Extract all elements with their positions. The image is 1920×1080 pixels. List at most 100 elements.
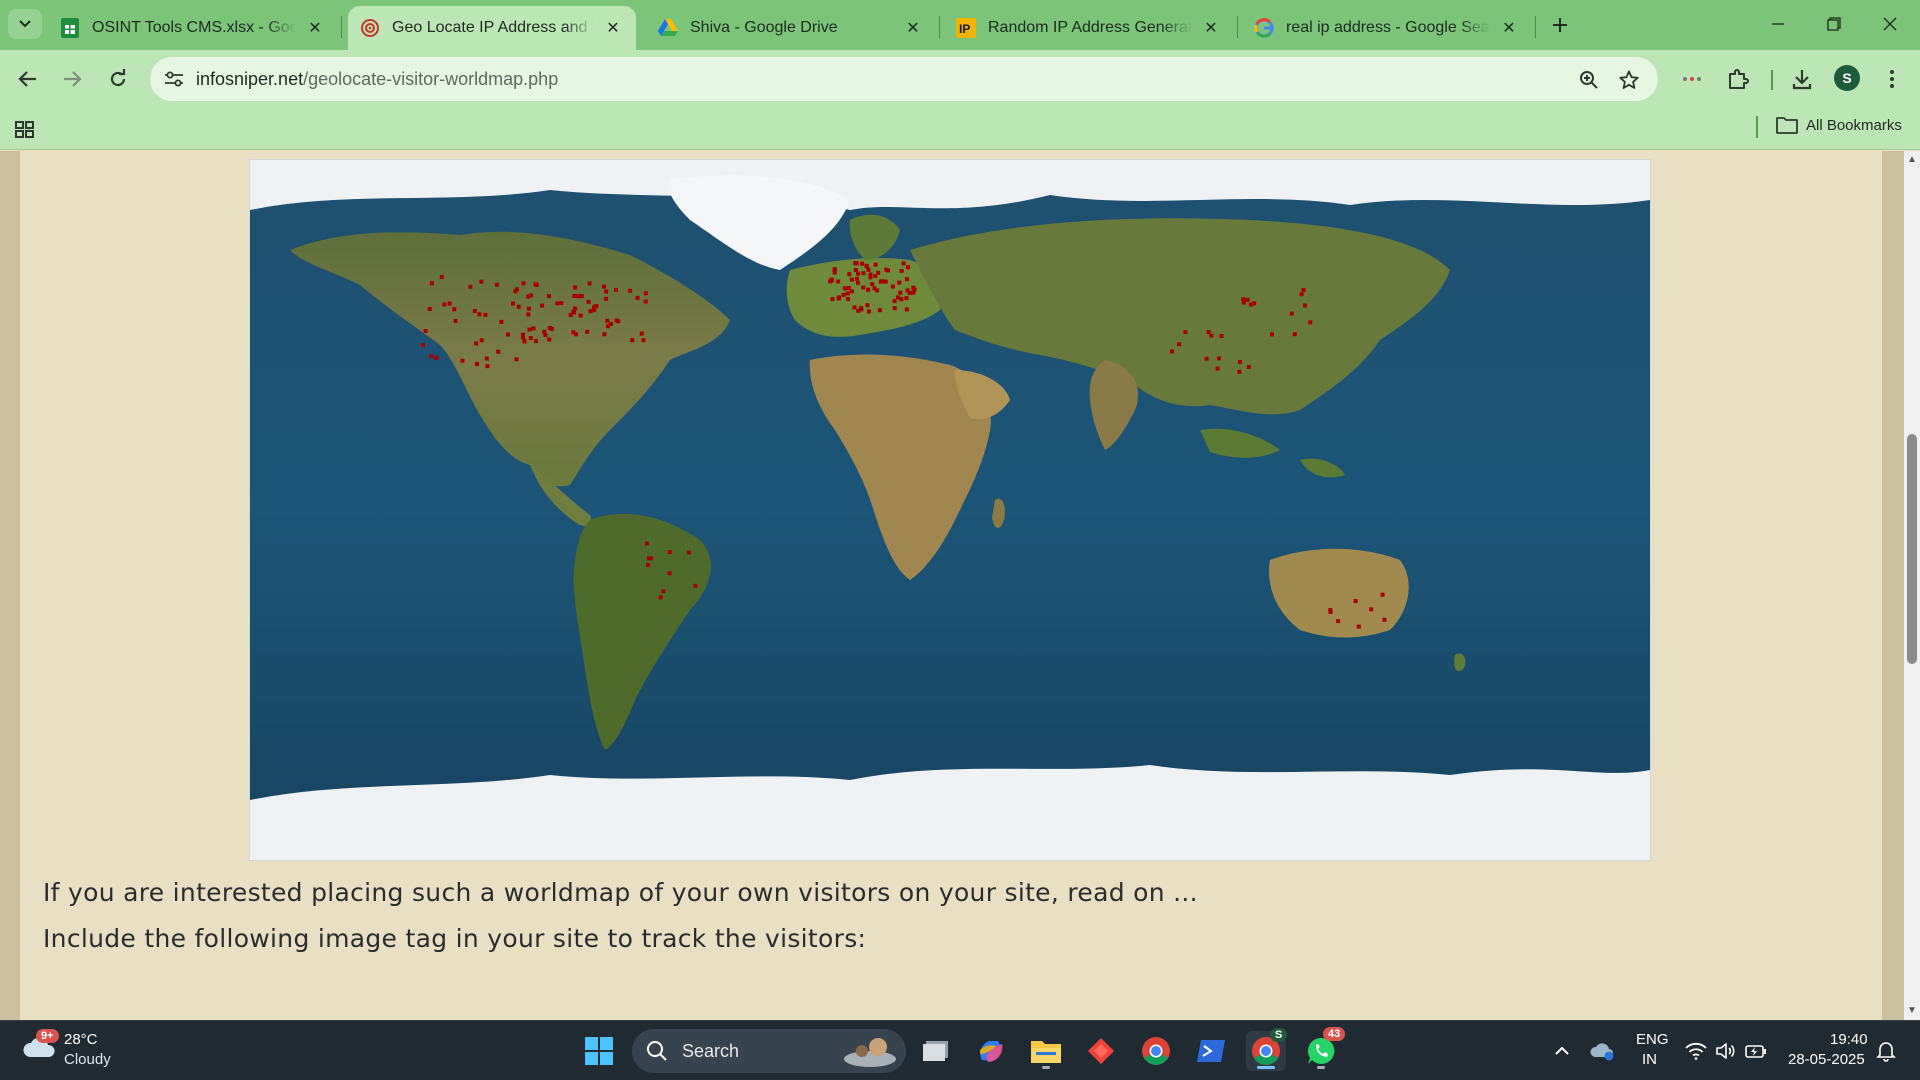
tab-search-button[interactable] [8,9,42,39]
tab-title: OSINT Tools CMS.xlsx - Google [92,19,296,36]
profile-avatar[interactable]: S [1834,65,1860,91]
reload-button[interactable] [100,61,136,97]
visitor-marker [514,357,519,362]
tab-random-ip[interactable]: IP Random IP Address Generator, ✕ [944,6,1234,50]
copilot-app[interactable] [971,1031,1011,1071]
visitor-marker [592,308,597,313]
menu-button[interactable] [1876,63,1908,95]
bookmark-star-button[interactable] [1616,67,1642,93]
visitor-marker [856,280,860,285]
scroll-down-arrow-icon[interactable]: ▼ [1907,1006,1917,1016]
powershell-app[interactable] [1191,1031,1231,1071]
task-view-button[interactable] [916,1031,956,1071]
visitor-marker [630,338,635,343]
visitor-marker [853,268,858,272]
folder-icon [1776,117,1798,134]
minimize-button[interactable] [1750,0,1806,48]
visitor-marker [1209,333,1214,338]
visitor-marker [559,301,564,305]
windows-logo-icon [585,1037,613,1065]
page-content: If you are interested placing such a wor… [20,151,1882,1020]
show-hidden-icons-button[interactable] [1542,1031,1582,1071]
close-icon [1883,17,1897,31]
clock-time[interactable]: 19:40 [1830,1031,1868,1048]
minimize-icon [1772,23,1784,25]
visitor-marker [578,313,583,318]
visitor-marker [829,277,834,282]
page-scrollbar[interactable]: ▲ ▼ [1904,151,1920,1020]
chrome-profile-badge: S [1270,1028,1288,1042]
image-tag-paragraph: Include the following image tag in your … [43,924,867,953]
apps-grid-icon[interactable] [14,118,36,140]
address-bar[interactable]: infosniper.net/geolocate-visitor-worldma… [150,57,1658,101]
visitor-marker [479,338,484,343]
chevron-down-icon [19,20,31,28]
language-code[interactable]: ENG [1636,1031,1669,1048]
visitor-marker [1303,303,1307,308]
tab-osint-tools-sheet[interactable]: OSINT Tools CMS.xlsx - Google ✕ [48,6,338,50]
visitor-marker [511,301,515,306]
tab-google-drive[interactable]: Shiva - Google Drive ✕ [646,6,936,50]
visitor-marker [533,339,538,344]
running-indicator [1042,1066,1050,1069]
scrollbar-thumb[interactable] [1907,434,1917,664]
visitor-marker [602,284,606,289]
whatsapp-app[interactable]: 43 [1301,1027,1346,1071]
extensions-button[interactable] [1722,63,1754,95]
close-icon[interactable]: ✕ [902,17,924,39]
weather-widget[interactable]: 9+ [22,1029,59,1065]
tab-title: Geo Locate IP Address and Wor [392,19,594,36]
back-button[interactable] [10,61,46,97]
tab-google-search[interactable]: real ip address - Google Search ✕ [1242,6,1532,50]
tab-geo-locate[interactable]: Geo Locate IP Address and Wor ✕ [348,6,636,50]
chrome-app[interactable] [1136,1031,1176,1071]
new-tab-button[interactable] [1544,10,1576,40]
visitor-marker [847,272,852,277]
all-bookmarks-button[interactable]: All Bookmarks [1776,116,1902,134]
visitor-marker [883,279,888,284]
anydesk-app[interactable] [1081,1031,1121,1071]
restore-button[interactable] [1806,0,1862,48]
extension-button[interactable] [1676,63,1708,95]
start-button[interactable] [579,1031,619,1071]
tune-icon [165,71,183,87]
url-text[interactable]: infosniper.net/geolocate-visitor-worldma… [196,69,558,90]
zoom-button[interactable] [1576,67,1602,93]
file-explorer-app[interactable] [1026,1031,1066,1071]
close-icon[interactable]: ✕ [304,17,326,39]
forward-button[interactable] [54,61,90,97]
ip-icon: IP [956,18,976,38]
close-icon[interactable]: ✕ [602,17,624,39]
visitor-marker [460,358,465,363]
weather-badge: 9+ [36,1029,59,1043]
visitor-marker [856,308,861,313]
visitor-marker [832,270,837,275]
visitor-marker [911,285,916,290]
onedrive-tray-icon[interactable] [1582,1031,1622,1071]
tab-strip: OSINT Tools CMS.xlsx - Google ✕ Geo Loca… [0,0,1920,50]
tab-title: Random IP Address Generator, [988,19,1192,36]
notifications-button[interactable] [1866,1031,1906,1071]
close-icon[interactable]: ✕ [1200,17,1222,39]
language-region[interactable]: IN [1642,1051,1657,1068]
visitor-marker [646,563,651,567]
taskbar-search[interactable]: Search [632,1029,906,1073]
clock-date[interactable]: 28-05-2025 [1788,1051,1865,1068]
close-window-button[interactable] [1862,0,1918,48]
visitor-marker [1204,356,1209,361]
search-label: Search [682,1040,740,1061]
visitor-marker [479,279,484,284]
visitor-marker [635,295,640,300]
downloads-button[interactable] [1786,63,1818,95]
battery-tray-icon[interactable] [1736,1031,1776,1071]
visitor-marker [485,364,490,369]
visitor-marker [494,282,499,287]
visitor-marker [693,583,698,588]
site-info-button[interactable] [158,63,190,95]
chrome-profile-app[interactable]: S [1246,1028,1288,1071]
windows-taskbar: 9+ 28°C Cloudy Search S 43 ENG IN 19:40 … [0,1020,1920,1080]
svg-text:IP: IP [959,22,970,36]
close-icon[interactable]: ✕ [1498,17,1520,39]
visitor-marker [849,277,854,282]
scroll-up-arrow-icon[interactable]: ▲ [1907,155,1917,165]
